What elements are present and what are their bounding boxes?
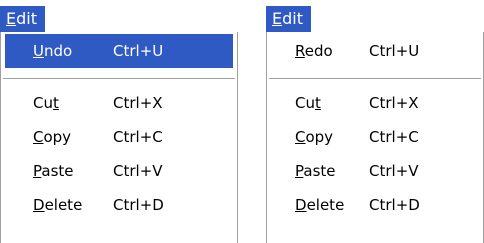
right-menu-item-cut-shortcut: Ctrl+X <box>369 94 419 112</box>
right-menu-item-delete-label: Delete <box>295 196 345 214</box>
right-edit-menu-title-rest: dit <box>282 9 303 28</box>
right-edit-menu-title[interactable]: Edit <box>266 6 311 32</box>
left-menu-item-delete[interactable]: Delete Ctrl+D <box>5 188 233 222</box>
left-edit-menu-title-rest: dit <box>16 9 37 28</box>
right-menu-item-cut-label: Cut <box>295 94 321 112</box>
left-menu-item-paste-shortcut: Ctrl+V <box>113 162 163 180</box>
right-menu-item-copy-label: Copy <box>295 128 334 146</box>
right-edit-menu-title-mnemonic: E <box>272 9 283 28</box>
left-menu-separator <box>3 78 235 79</box>
right-menu-item-paste-label: Paste <box>295 162 336 180</box>
right-menu-separator <box>269 78 481 79</box>
right-menu-item-cut[interactable]: Cut Ctrl+X <box>271 86 479 120</box>
right-menu-item-paste-shortcut: Ctrl+V <box>369 162 419 180</box>
left-menu-item-copy[interactable]: Copy Ctrl+C <box>5 120 233 154</box>
left-menu-item-undo-shortcut: Ctrl+U <box>113 42 164 60</box>
left-menu-item-copy-label: Copy <box>33 128 72 146</box>
right-menu-item-redo-shortcut: Ctrl+U <box>369 42 420 60</box>
left-menu-item-delete-shortcut: Ctrl+D <box>113 196 164 214</box>
right-edit-dropdown: Redo Ctrl+U Cut Ctrl+X Copy Ctrl+C Paste… <box>266 32 484 243</box>
right-menu-item-delete-shortcut: Ctrl+D <box>369 196 420 214</box>
left-menu-item-cut[interactable]: Cut Ctrl+X <box>5 86 233 120</box>
left-menu-item-paste-label: Paste <box>33 162 74 180</box>
left-edit-menu-title-mnemonic: E <box>6 9 17 28</box>
right-menu-item-paste[interactable]: Paste Ctrl+V <box>271 154 479 188</box>
left-menu-item-cut-label: Cut <box>33 94 59 112</box>
left-menu-item-copy-shortcut: Ctrl+C <box>113 128 163 146</box>
left-edit-menu-title[interactable]: Edit <box>0 6 45 32</box>
left-menu-item-cut-shortcut: Ctrl+X <box>113 94 163 112</box>
left-menu-item-delete-label: Delete <box>33 196 83 214</box>
left-menu-item-undo[interactable]: Undo Ctrl+U <box>5 34 233 68</box>
right-menu-item-copy[interactable]: Copy Ctrl+C <box>271 120 479 154</box>
left-edit-dropdown: Undo Ctrl+U Cut Ctrl+X Copy Ctrl+C Paste… <box>0 32 238 243</box>
left-menu-item-paste[interactable]: Paste Ctrl+V <box>5 154 233 188</box>
right-menu-item-copy-shortcut: Ctrl+C <box>369 128 419 146</box>
right-menu-item-redo[interactable]: Redo Ctrl+U <box>271 34 479 68</box>
left-menu-item-undo-label: Undo <box>33 42 73 60</box>
right-menu-item-delete[interactable]: Delete Ctrl+D <box>271 188 479 222</box>
right-menu-item-redo-label: Redo <box>295 42 333 60</box>
